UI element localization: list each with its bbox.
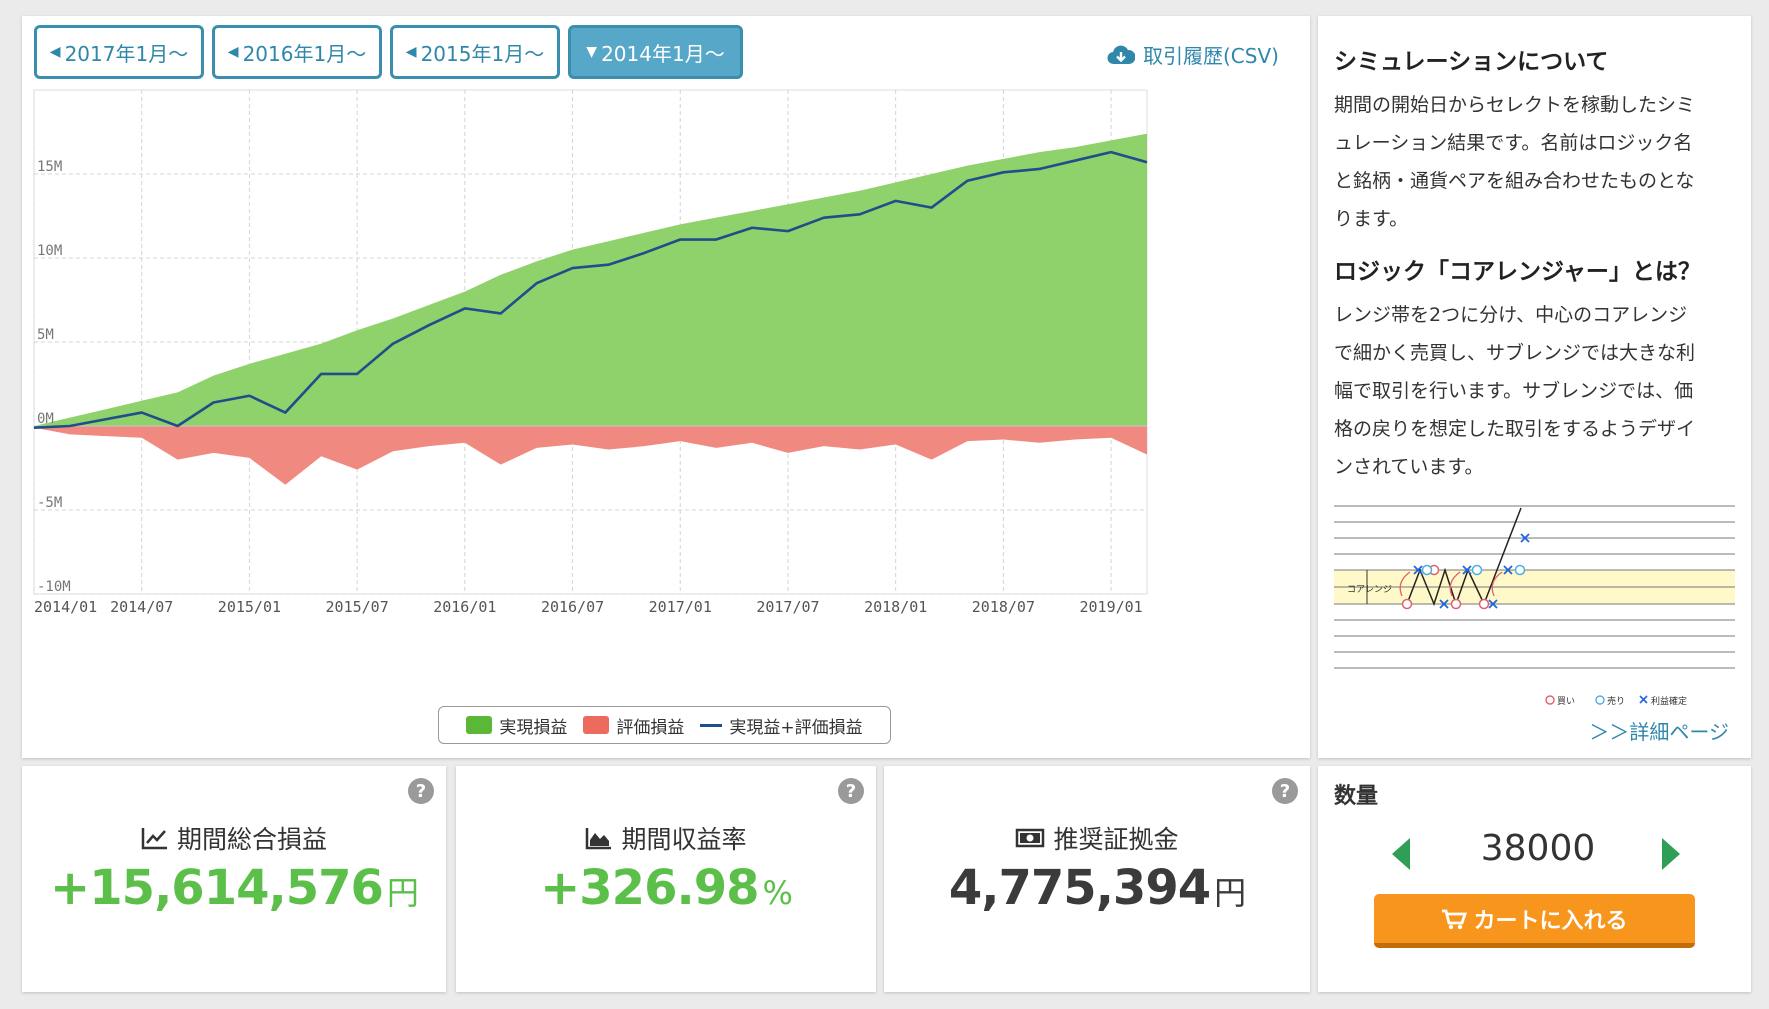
diagram-legend-buy: 買い [1557, 696, 1575, 707]
chart-panel: ◀ 2017年1月〜 ◀ 2016年1月〜 ◀ 2015年1月〜 ▼ 2014年… [22, 16, 1310, 758]
legend-swatch [583, 716, 610, 734]
help-icon[interactable]: ? [1272, 778, 1298, 804]
y-tick-label: 5M [37, 327, 54, 343]
line-chart-icon [141, 828, 167, 850]
y-axis: 15M 10M 5M 0M -5M -10M [37, 159, 71, 595]
logic-description: レンジ帯を2つに分け、中心のコアレンジ で細かく売買し、サブレンジでは大きな利 … [1334, 304, 1696, 478]
chart-legend: 実現損益 評価損益 実現益+評価損益 [438, 706, 891, 744]
stat-recommended-margin: ? 推奨証拠金 4,775,394 円 [884, 766, 1310, 992]
legend-item-total[interactable]: 実現益+評価損益 [700, 713, 863, 738]
help-icon[interactable]: ? [838, 778, 864, 804]
y-tick-label: 0M [37, 411, 54, 427]
increase-arrow-icon[interactable] [1656, 834, 1686, 874]
y-tick-label: -10M [37, 579, 71, 595]
area-chart-icon [586, 828, 612, 850]
x-tick-label: 2019/01 [1079, 598, 1142, 616]
simulation-title: シミュレーションについて [1334, 49, 1609, 75]
x-axis: 2014/01 2014/07 2015/01 2015/07 2016/01 2016/… [34, 598, 1143, 616]
stat-label: 推奨証拠金 [1053, 825, 1179, 854]
x-tick-label: 2015/07 [326, 598, 389, 616]
stat-label: 期間総合損益 [176, 825, 327, 854]
y-tick-label: 15M [37, 159, 62, 175]
x-tick-label: 2017/01 [649, 598, 712, 616]
help-icon[interactable]: ? [408, 778, 434, 804]
stat-value: 4,775,394 [948, 860, 1211, 916]
stat-unit: 円 [1214, 874, 1246, 912]
simulation-description: 期間の開始日からセレクトを稼動したシミ ュレーション結果です。名前はロジック名 … [1334, 94, 1696, 230]
logic-diagram: コアレンジ 買い 売り 利益確定 [1334, 505, 1735, 707]
quantity-value[interactable]: 38000 [1438, 828, 1638, 869]
diagram-legend-sell: 売り [1607, 695, 1625, 707]
stat-value: +15,614,576 [50, 860, 384, 916]
pnl-chart: 15M10M5M0M-5M-10M 2014/01 2014/07 2015/01 2… [33, 89, 1148, 616]
legend-item-unrealized[interactable]: 評価損益 [583, 713, 684, 738]
diagram-legend-close: 利益確定 [1651, 695, 1687, 707]
x-tick-label: 2017/07 [756, 598, 819, 616]
legend-item-realized[interactable]: 実現損益 [466, 713, 567, 738]
quantity-panel: 数量 38000 カートに入れる [1318, 766, 1751, 992]
stat-unit: 円 [386, 874, 419, 912]
stat-total-pnl: ? 期間総合損益 +15,614,576 円 [22, 766, 446, 992]
x-tick-label: 2016/07 [541, 598, 604, 616]
chart-areas [34, 133, 1147, 485]
area-series [34, 426, 1147, 485]
y-tick-label: 10M [37, 243, 62, 259]
legend-swatch [700, 723, 723, 727]
money-icon [1016, 828, 1045, 848]
range-label: コアレンジ [1347, 585, 1392, 595]
x-tick-label: 2018/07 [972, 598, 1035, 616]
stat-label: 期間収益率 [621, 825, 747, 854]
cart-icon [1442, 909, 1468, 929]
quantity-title: 数量 [1334, 784, 1379, 809]
y-tick-label: -5M [37, 495, 62, 511]
x-tick-label: 2015/01 [218, 598, 281, 616]
stat-unit: % [762, 874, 793, 912]
x-tick-label: 2014/07 [110, 598, 173, 616]
decrease-arrow-icon[interactable] [1386, 834, 1416, 874]
x-tick-label: 2018/01 [864, 598, 927, 616]
stat-return-rate: ? 期間収益率 +326.98% [456, 766, 876, 992]
info-panel: シミュレーションについて 期間の開始日からセレクトを稼動したシミ ュレーション結… [1318, 16, 1751, 758]
detail-page-link[interactable]: ＞＞詳細ページ [1589, 716, 1729, 745]
x-tick-label: 2014/01 [34, 598, 97, 616]
legend-swatch [466, 716, 493, 734]
stat-value: +326.98 [540, 860, 759, 916]
logic-title: ロジック「コアレンジャー」とは？ [1334, 259, 1701, 285]
add-to-cart-button[interactable]: カートに入れる [1374, 894, 1695, 948]
x-tick-label: 2016/01 [433, 598, 496, 616]
